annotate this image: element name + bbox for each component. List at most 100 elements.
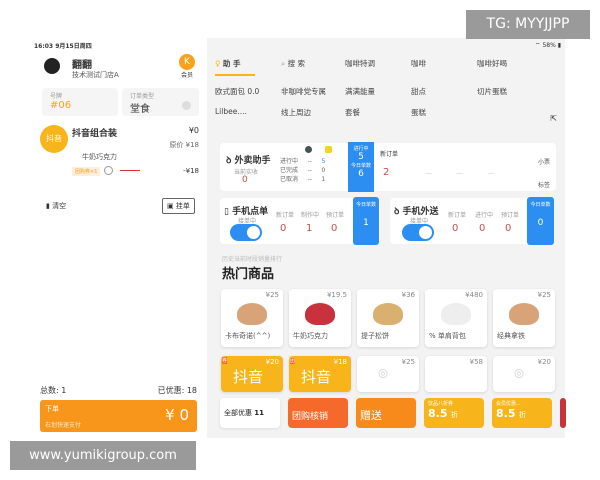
site-watermark: www.yumikigroup.com bbox=[10, 441, 196, 470]
category-item[interactable]: 咖啡好喝 bbox=[477, 58, 543, 76]
member-button[interactable]: K 会员 bbox=[179, 54, 195, 79]
delivery-dashes: — — — bbox=[425, 169, 495, 177]
accept-toggle[interactable] bbox=[402, 224, 434, 241]
delivery-assistant-card[interactable]: ꝺ 外卖助手 当前实收 0 进行中 -- 5 已完成 -- 0 已取消 -- 1… bbox=[220, 142, 556, 192]
col-label: 新订单 bbox=[448, 212, 467, 219]
cart-item[interactable]: 抖音 抖音组合装 ¥0 原价 ¥18 牛奶巧克力 团购券×1 -¥18 bbox=[30, 122, 207, 182]
all-offers-button[interactable]: 全部优惠 11 bbox=[220, 398, 280, 428]
hold-order-button[interactable]: ▣ 挂单 bbox=[162, 198, 195, 214]
product-card[interactable]: ¥19.5 牛奶巧克力 bbox=[289, 289, 351, 347]
accept-toggle[interactable] bbox=[230, 224, 262, 241]
plate-icon: ⊚ bbox=[513, 366, 525, 382]
col-value: 1 bbox=[306, 223, 313, 234]
discount-coupon[interactable]: 会员优惠... 8.5 折 bbox=[492, 398, 552, 428]
col-label: 预订单 bbox=[501, 212, 520, 219]
platform-icon bbox=[305, 146, 312, 153]
item-name: 抖音组合装 bbox=[72, 129, 118, 139]
submit-order-button[interactable]: 下单 右划快速支付 ¥ 0 bbox=[40, 400, 197, 432]
search-icon: ⌕ bbox=[281, 59, 286, 68]
product-image bbox=[237, 303, 267, 325]
product-card[interactable]: 团 ¥18 抖音 bbox=[289, 356, 351, 392]
category-item[interactable]: 非咖啡党专属 bbox=[281, 86, 345, 97]
label-button[interactable]: 标签 bbox=[538, 180, 550, 189]
category-item[interactable]: Lilbee.... bbox=[215, 107, 281, 118]
chevron-down-icon bbox=[182, 101, 191, 110]
new-order-value: 2 bbox=[383, 167, 390, 178]
discount-coupon[interactable]: 饮品八折券 8.5 折 bbox=[424, 398, 484, 428]
hold-label: 挂单 bbox=[175, 202, 190, 210]
product-image bbox=[441, 303, 471, 325]
hot-title: 热门商品 bbox=[222, 267, 275, 282]
item-badge: 抖音 bbox=[40, 125, 68, 153]
product-grid: ¥25 卡布奇诺(^^) ¥19.5 牛奶巧克力 ¥36 提子松饼 ¥480% 单肩背… bbox=[221, 289, 555, 347]
order-number: #06 bbox=[50, 100, 72, 111]
receipt-button[interactable]: 小票 bbox=[538, 157, 550, 166]
today-orders-panel[interactable]: 今日单数 1 bbox=[353, 197, 379, 245]
bike-icon: ꝺ bbox=[394, 207, 400, 217]
clear-button[interactable]: ▮ 清空 bbox=[46, 201, 66, 211]
category-item[interactable]: 咖啡特调 bbox=[345, 58, 411, 76]
avatar[interactable] bbox=[44, 58, 60, 74]
product-card[interactable]: ¥20 ⊚ bbox=[493, 356, 555, 392]
member-icon: K bbox=[179, 54, 195, 70]
today-orders-panel[interactable]: 今日单数 0 bbox=[527, 197, 554, 245]
category-item[interactable]: 线上周边 bbox=[281, 107, 345, 118]
col-value: 0 bbox=[452, 223, 459, 234]
product-card[interactable]: ¥58 bbox=[425, 356, 487, 392]
mobile-delivery-card[interactable]: ꝺ 手机外送 接单中 新订单 进行中 预订单 0 0 0 今日单数 0 bbox=[390, 197, 554, 245]
category-item[interactable]: 套餐 bbox=[345, 107, 411, 118]
category-item[interactable]: 咖啡 bbox=[411, 58, 477, 76]
order-panel: 16:03 9月15日周四 翻翻 技术测试门店A K 会员 号牌 #06 订单类… bbox=[30, 38, 207, 438]
product-card[interactable]: ¥25 ⊚ bbox=[357, 356, 419, 392]
category-item[interactable]: 蛋糕 bbox=[411, 107, 477, 118]
clear-label: 清空 bbox=[52, 202, 67, 210]
product-grid-row2: 券 ¥20 抖音 团 ¥18 抖音 ¥25 ⊚ ¥58 ¥20 ⊚ bbox=[221, 356, 555, 392]
sub-item: 牛奶巧克力 bbox=[82, 153, 117, 161]
tab-search[interactable]: ⌕ 搜 索 bbox=[281, 58, 345, 76]
group-verify-button[interactable]: 团购核销 bbox=[288, 398, 348, 428]
order-type-select[interactable]: 订单类型 堂食 bbox=[122, 88, 199, 116]
tg-watermark: TG: MYYJJPP bbox=[466, 10, 590, 39]
category-item[interactable]: 满满能量 bbox=[345, 86, 411, 97]
menu-panel: ⌔ 58% ▮ ♀ 助 手 ⌕ 搜 索 咖啡特调 咖啡 咖啡好喝 欧式面包 0.… bbox=[207, 38, 566, 438]
total-count: 总数: 1 bbox=[40, 386, 67, 395]
order-number-field[interactable]: 号牌 #06 bbox=[42, 88, 118, 116]
product-card[interactable]: ¥25 卡布奇诺(^^) bbox=[221, 289, 283, 347]
coupon-tag: 团购券×1 bbox=[72, 167, 101, 176]
total-discount: 已优惠: 18 bbox=[157, 386, 197, 395]
remove-coupon-icon[interactable] bbox=[104, 166, 113, 175]
col-value: 0 bbox=[479, 223, 486, 234]
category-item[interactable]: 切片蛋糕 bbox=[477, 86, 543, 97]
member-label: 会员 bbox=[180, 72, 193, 79]
product-image bbox=[509, 303, 539, 325]
new-order-label: 新订单 bbox=[380, 151, 399, 158]
item-price: ¥0 bbox=[188, 126, 199, 135]
coupon-more[interactable] bbox=[560, 398, 566, 428]
product-card[interactable]: 券 ¥20 抖音 bbox=[221, 356, 283, 392]
delivery-title: 外卖助手 bbox=[234, 156, 271, 166]
total-amount: ¥ 0 bbox=[165, 406, 189, 424]
discount-amount: -¥18 bbox=[183, 167, 199, 175]
col-label: 制作中 bbox=[301, 212, 320, 219]
category-item[interactable]: 甜点 bbox=[411, 86, 477, 97]
product-card[interactable]: ¥25 经典拿铁 bbox=[493, 289, 555, 347]
phone-icon: ▯ bbox=[224, 207, 229, 217]
product-card[interactable]: ¥480% 单肩背包 bbox=[425, 289, 487, 347]
tab-assistant[interactable]: ♀ 助 手 bbox=[215, 58, 255, 76]
orig-label: 原价 bbox=[169, 141, 184, 149]
user-name: 翻翻 bbox=[72, 60, 92, 71]
status-time: 16:03 bbox=[34, 43, 54, 50]
submit-sublabel: 右划快速支付 bbox=[45, 422, 82, 429]
col-value: 0 bbox=[331, 223, 338, 234]
inprogress-panel[interactable]: 进行中 5 今日单数 6 bbox=[348, 142, 374, 192]
battery-status: ⌔ 58% ▮ bbox=[534, 42, 561, 49]
bulb-icon: ♀ bbox=[215, 59, 221, 68]
mobile-order-card[interactable]: ▯ 手机点单 接单中 新订单 制作中 预订单 0 1 0 今日单数 1 bbox=[220, 197, 380, 245]
category-item[interactable]: 欧式面包 0.0 bbox=[215, 86, 281, 97]
product-image bbox=[305, 303, 335, 325]
coupon-bar: 全部优惠 11 团购核销 赠送 饮品八折券 8.5 折 会员优惠... 8.5 折 bbox=[220, 398, 566, 428]
gift-button[interactable]: 赠送 bbox=[356, 398, 416, 428]
orig-price: ¥18 bbox=[185, 141, 199, 149]
collapse-icon[interactable]: ⇱ bbox=[550, 114, 557, 123]
product-card[interactable]: ¥36 提子松饼 bbox=[357, 289, 419, 347]
